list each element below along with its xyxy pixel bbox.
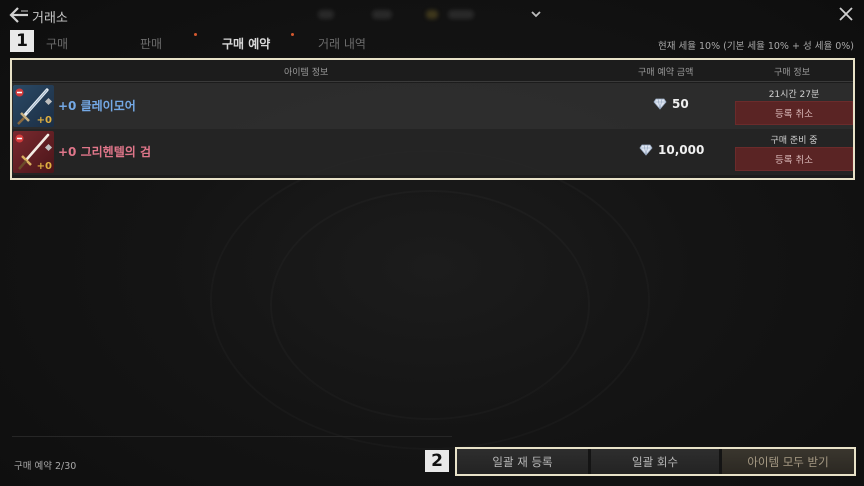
footer-divider	[12, 436, 452, 437]
no-entry-icon	[15, 88, 24, 97]
table-header: 아이템 정보 구매 예약 금액 구매 정보	[12, 60, 853, 82]
column-header-purchase-info: 구매 정보	[774, 68, 810, 78]
bulk-collect-button[interactable]: 일괄 회수	[591, 449, 722, 474]
top-bar: 거래소	[0, 0, 864, 30]
bulk-re-register-button[interactable]: 일괄 재 등록	[457, 449, 591, 474]
marker-badge-1: 1	[10, 30, 34, 52]
item-thumbnail[interactable]: +0	[13, 85, 54, 127]
price-value: 10,000	[658, 143, 705, 157]
tab-sell[interactable]: 판매	[140, 35, 162, 52]
item-name: +0 그리헨텔의 검	[58, 145, 152, 159]
cancel-registration-button[interactable]: 등록 취소	[735, 101, 853, 125]
table-row[interactable]: +0 +0 클레이모어 50 21시간 27분 등록 취소	[12, 83, 853, 129]
diamond-icon	[653, 98, 667, 110]
receive-all-items-button[interactable]: 아이템 모두 받기	[722, 449, 854, 474]
purchase-status: 21시간 27분	[768, 90, 820, 100]
column-header-item-info: 아이템 정보	[284, 68, 329, 78]
reservation-count: 구매 예약 2/30	[14, 461, 77, 472]
blurred-currency	[426, 10, 438, 19]
notification-dot	[291, 33, 294, 36]
back-arrow-icon[interactable]	[8, 6, 30, 24]
column-header-reserve-price: 구매 예약 금액	[638, 68, 694, 78]
reserve-price: 50	[653, 97, 689, 111]
bulk-action-buttons: 일괄 재 등록 일괄 회수 아이템 모두 받기	[455, 447, 856, 476]
notification-dot	[194, 33, 197, 36]
purchase-status: 구매 준비 중	[770, 136, 818, 146]
item-thumbnail[interactable]: +0	[13, 131, 54, 173]
item-name: +0 클레이모어	[58, 99, 136, 113]
enhance-level: +0	[36, 161, 52, 172]
no-entry-icon	[15, 134, 24, 143]
enhance-level: +0	[36, 115, 52, 126]
tab-buy[interactable]: 구매	[46, 35, 68, 52]
reservation-table: 아이템 정보 구매 예약 금액 구매 정보 +0 +0 클레이모어 50 21시…	[10, 58, 855, 180]
page-title: 거래소	[32, 11, 68, 26]
tab-trade-history[interactable]: 거래 내역	[318, 35, 366, 52]
marker-badge-2: 2	[425, 450, 449, 472]
table-row[interactable]: +0 +0 그리헨텔의 검 10,000 구매 준비 중 등록 취소	[12, 129, 853, 175]
blurred-currency	[372, 10, 392, 19]
blurred-currency	[448, 10, 474, 19]
chevron-down-icon[interactable]	[530, 9, 542, 19]
blurred-currency	[318, 10, 334, 19]
close-icon[interactable]	[838, 6, 854, 22]
tab-bar: 1 구매 판매 구매 예약 거래 내역 현재 세율 10% (기본 세율 10%…	[0, 30, 864, 56]
price-value: 50	[672, 97, 689, 111]
diamond-icon	[639, 144, 653, 156]
reserve-price: 10,000	[639, 143, 704, 157]
tax-rate-info: 현재 세율 10% (기본 세율 10% + 성 세율 0%)	[658, 41, 854, 52]
cancel-registration-button[interactable]: 등록 취소	[735, 147, 853, 171]
background-decoration	[270, 190, 590, 420]
tab-buy-reservation[interactable]: 구매 예약	[222, 35, 270, 52]
